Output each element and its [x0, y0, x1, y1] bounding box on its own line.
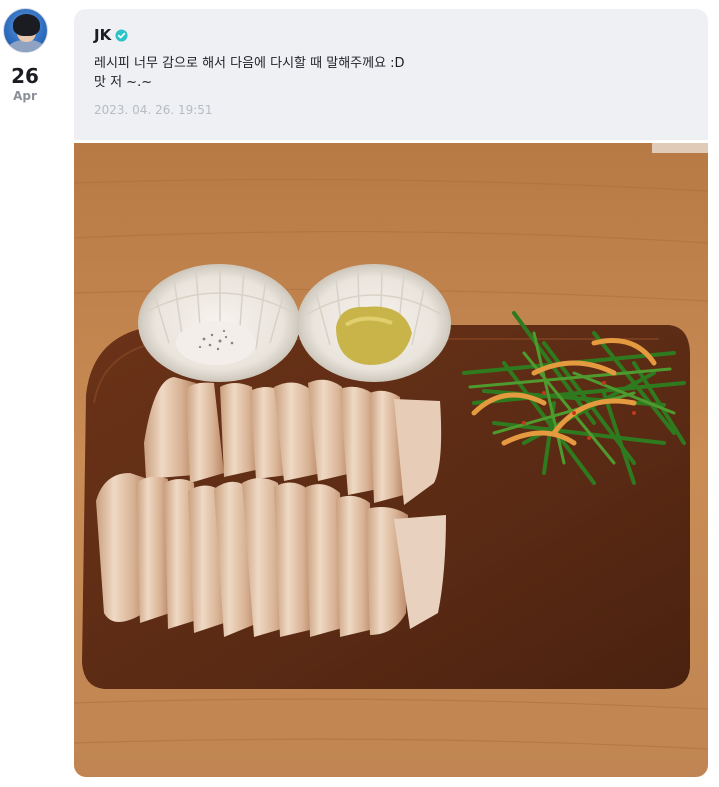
avatar[interactable]: [3, 8, 48, 53]
post-date-month: Apr: [13, 89, 37, 103]
post-message-line: 맛 저 ~.~: [94, 75, 153, 90]
post-message-line: 레시피 너무 감으로 해서 다음에 다시할 때 말해주께요 :D: [94, 56, 405, 71]
salt-pepper-bowl: [138, 264, 300, 382]
avatar-hair: [13, 14, 40, 36]
verified-badge-icon: [115, 28, 128, 42]
post-date-day: 26: [11, 64, 39, 88]
saeujeot-bowl: [297, 264, 451, 382]
post-photo[interactable]: [74, 143, 708, 777]
food-photo-illustration: [74, 143, 708, 777]
author-row: JK: [94, 26, 128, 44]
post-timestamp: 2023. 04. 26. 19:51: [94, 103, 213, 117]
author-name[interactable]: JK: [94, 26, 111, 44]
post-card: JK 레시피 너무 감으로 해서 다음에 다시할 때 말해주께요 :D 맛 저 …: [74, 9, 708, 140]
